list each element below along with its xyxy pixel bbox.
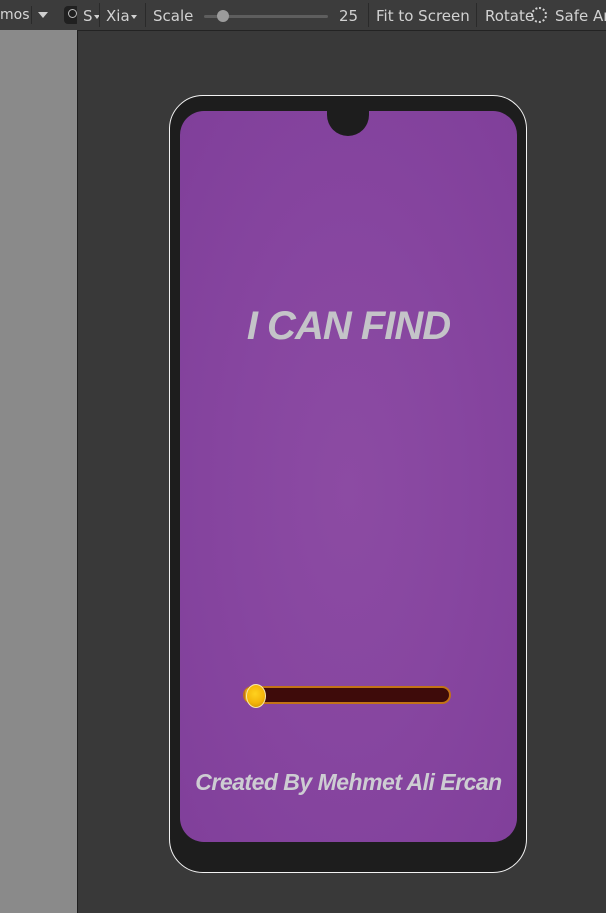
fit-to-screen-button[interactable]: Fit to Screen bbox=[376, 0, 470, 30]
loading-bar bbox=[243, 686, 451, 704]
scale-value: 25 bbox=[339, 7, 359, 25]
scene-view-panel bbox=[0, 30, 78, 913]
device-simulator-dropdown[interactable]: Xia bbox=[106, 0, 137, 30]
toolbar-divider bbox=[476, 3, 477, 27]
toolbar-divider bbox=[99, 3, 100, 27]
game-title: I CAN FIND bbox=[246, 304, 451, 348]
scene-toolbar: mos bbox=[0, 0, 80, 31]
rotate-icon[interactable] bbox=[531, 7, 547, 23]
device-label: Xia bbox=[106, 7, 130, 25]
chevron-down-icon bbox=[130, 14, 137, 19]
toolbar-divider bbox=[368, 3, 369, 27]
scale-label: Scale bbox=[153, 7, 194, 25]
aspect-dropdown[interactable]: S bbox=[83, 0, 100, 30]
game-view-toolbar: S Xia Scale 25 Fit to Screen Rotate Safe… bbox=[77, 0, 606, 31]
credit-text: Created By Mehmet Ali Ercan bbox=[195, 769, 502, 795]
aspect-label: S bbox=[83, 7, 93, 25]
toolbar-divider bbox=[31, 6, 32, 24]
scale-slider-thumb[interactable] bbox=[216, 10, 229, 22]
rotate-button[interactable]: Rotate bbox=[485, 0, 534, 30]
gizmos-dropdown-icon[interactable] bbox=[38, 12, 48, 18]
game-screen: I CAN FIND Created By Mehmet Ali Ercan bbox=[180, 111, 517, 842]
toolbar-divider bbox=[145, 3, 146, 27]
safe-area-toggle[interactable]: Safe Ar bbox=[555, 0, 606, 30]
gizmos-button[interactable]: mos bbox=[0, 7, 30, 23]
search-icon bbox=[68, 9, 77, 18]
loading-knob bbox=[246, 684, 266, 708]
